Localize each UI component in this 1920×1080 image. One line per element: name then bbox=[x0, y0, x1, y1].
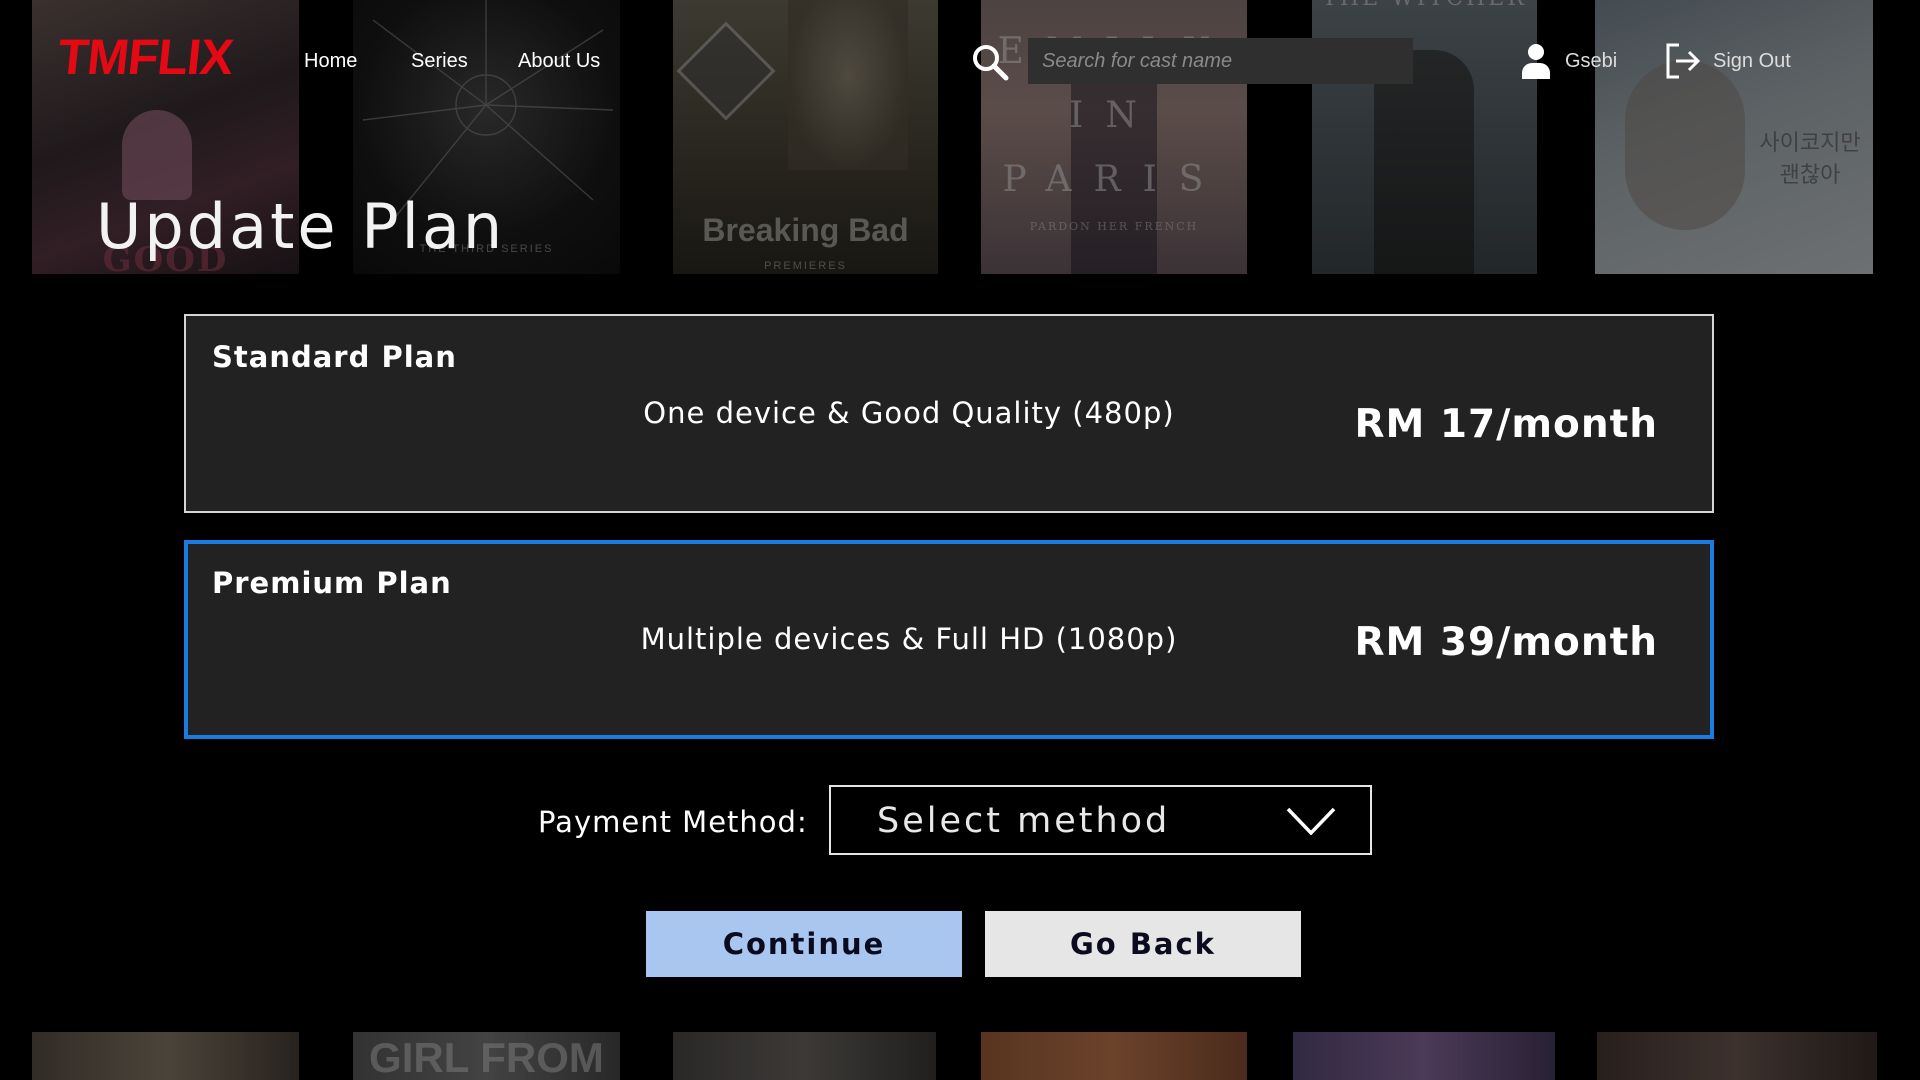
poster-bottom-6 bbox=[1597, 1032, 1877, 1080]
search-icon[interactable] bbox=[970, 42, 1010, 82]
nav-about-us[interactable]: About Us bbox=[518, 50, 600, 73]
chevron-down-icon bbox=[1286, 807, 1336, 835]
plan-price: RM 17/month bbox=[1354, 402, 1658, 447]
poster-bottom-1 bbox=[32, 1032, 299, 1080]
poster-breaking-bad: Breaking Bad PREMIERES bbox=[673, 0, 938, 274]
nav-series[interactable]: Series bbox=[411, 50, 468, 73]
payment-method-label: Payment Method: bbox=[538, 805, 808, 839]
tmflix-logo[interactable]: TMFLIX bbox=[55, 28, 236, 86]
payment-method-value: Select method bbox=[877, 801, 1171, 841]
plan-name: Standard Plan bbox=[212, 340, 457, 374]
user-icon[interactable] bbox=[1520, 43, 1552, 79]
plan-card-premium[interactable]: Premium Plan Multiple devices & Full HD … bbox=[184, 540, 1714, 739]
page-title: Update Plan bbox=[96, 190, 506, 263]
sign-out-icon[interactable] bbox=[1664, 42, 1702, 80]
update-plan-page: GOOD GIRLS THE THIRD SERIES Breaking Bad… bbox=[0, 0, 1920, 1080]
user-name[interactable]: Gsebi bbox=[1565, 50, 1617, 73]
nav-home[interactable]: Home bbox=[304, 50, 357, 73]
plan-card-standard[interactable]: Standard Plan One device & Good Quality … bbox=[184, 314, 1714, 513]
sign-out-link[interactable]: Sign Out bbox=[1713, 50, 1791, 73]
poster-bottom-4 bbox=[981, 1032, 1247, 1080]
poster-bottom-2: GIRL FROM bbox=[353, 1032, 620, 1080]
payment-method-select[interactable]: Select method bbox=[829, 785, 1372, 855]
poster-bottom-3 bbox=[673, 1032, 936, 1080]
poster-its-okay-not-to-be-okay: 사이코지만 괜찮아 bbox=[1595, 0, 1873, 274]
poster-bottom-5 bbox=[1293, 1032, 1555, 1080]
plan-price: RM 39/month bbox=[1354, 620, 1658, 665]
continue-button[interactable]: Continue bbox=[646, 911, 962, 977]
plan-name: Premium Plan bbox=[212, 566, 452, 600]
go-back-button[interactable]: Go Back bbox=[985, 911, 1301, 977]
search-input[interactable] bbox=[1028, 38, 1413, 84]
